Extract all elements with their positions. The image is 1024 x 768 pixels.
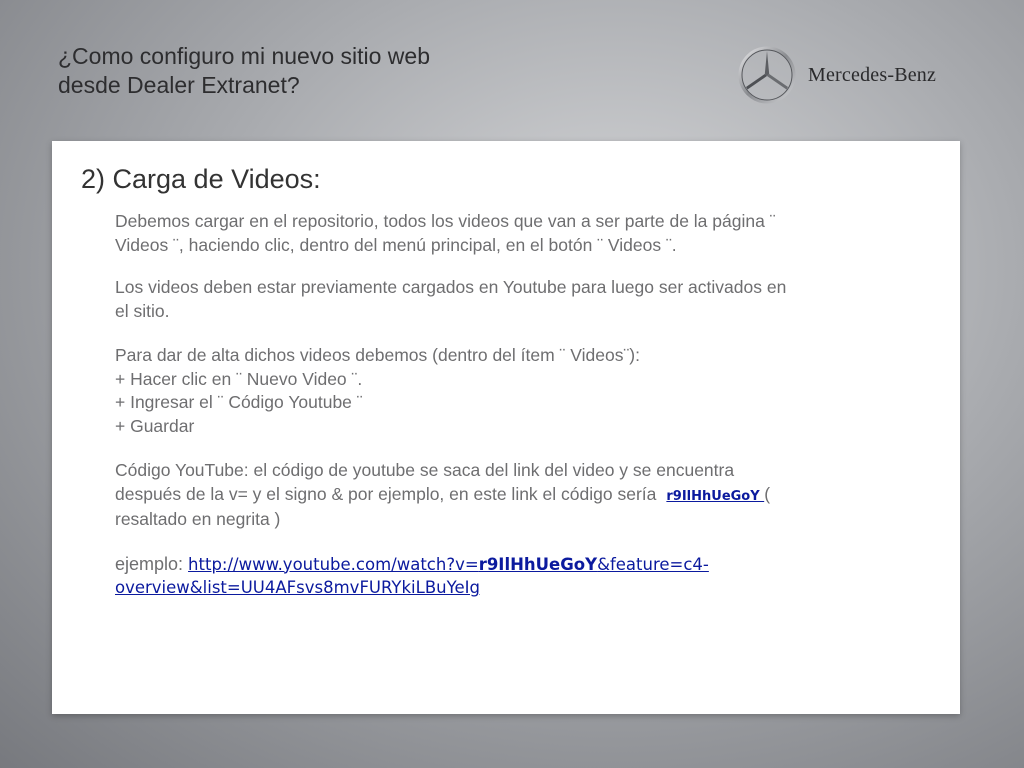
paragraph-youtube-note: Los videos deben estar previamente carga… (115, 276, 945, 323)
example-line: overview&list=UU4AFsvs8mvFURYkiLBuYeIg (115, 576, 945, 600)
mercedes-star-icon (738, 46, 796, 104)
paragraph-youtube-code: Código YouTube: el código de youtube se … (115, 459, 945, 532)
paragraph-text: ( (764, 483, 771, 504)
section-title: 2) Carga de Videos: (81, 164, 321, 194)
mercedes-benz-logo: Mercedes-Benz (738, 46, 936, 104)
link-code-bold: r9IlHhUeGoY (478, 554, 598, 574)
content-body: Debemos cargar en el repositorio, todos … (115, 210, 945, 621)
paragraph-line: Debemos cargar en el repositorio, todos … (115, 211, 776, 231)
paragraph-example: ejemplo: http://www.youtube.com/watch?v=… (115, 553, 945, 600)
header-title-line-2: desde Dealer Extranet? (58, 72, 300, 98)
paragraph-line: después de la v= y el signo & por ejempl… (115, 483, 945, 509)
paragraph-intro: Debemos cargar en el repositorio, todos … (115, 210, 945, 257)
paragraph-line: resaltado en negrita ) (115, 509, 281, 529)
brand-name: Mercedes-Benz (808, 63, 937, 86)
youtube-code-link[interactable]: r9IlHhUeGoY (666, 489, 764, 504)
step-item: + Hacer clic en ¨ Nuevo Video ¨. (115, 368, 363, 389)
example-youtube-link-continued[interactable]: overview&list=UU4AFsvs8mvFURYkiLBuYeIg (115, 578, 480, 597)
content-panel: 2) Carga de Videos: Debemos cargar en el… (52, 141, 960, 714)
paragraph-text: después de la v= y el signo & por ejempl… (115, 483, 657, 504)
link-text: &feature=c4- (597, 554, 709, 574)
example-youtube-link[interactable]: http://www.youtube.com/watch?v=r9IlHhUeG… (188, 555, 709, 574)
example-label: ejemplo: (115, 553, 189, 574)
paragraph-line: Código YouTube: el código de youtube se … (115, 460, 735, 480)
step-item: + Ingresar el ¨ Código Youtube ¨ (115, 392, 363, 412)
paragraph-line: Los videos deben estar previamente carga… (115, 277, 787, 297)
paragraph-line: el sitio. (115, 300, 170, 321)
link-text: http://www.youtube.com/watch?v= (188, 554, 479, 574)
example-line: ejemplo: http://www.youtube.com/watch?v=… (115, 553, 945, 577)
slide-header-title: ¿Como configuro mi nuevo sitio web desde… (58, 42, 618, 100)
paragraph-line: Videos ¨, haciendo clic, dentro del menú… (115, 234, 677, 255)
paragraph-steps: Para dar de alta dichos videos debemos (… (115, 344, 945, 438)
paragraph-line: Para dar de alta dichos videos debemos (… (115, 345, 640, 365)
step-item: + Guardar (115, 415, 195, 436)
header-title-line-1: ¿Como configuro mi nuevo sitio web (58, 43, 430, 69)
